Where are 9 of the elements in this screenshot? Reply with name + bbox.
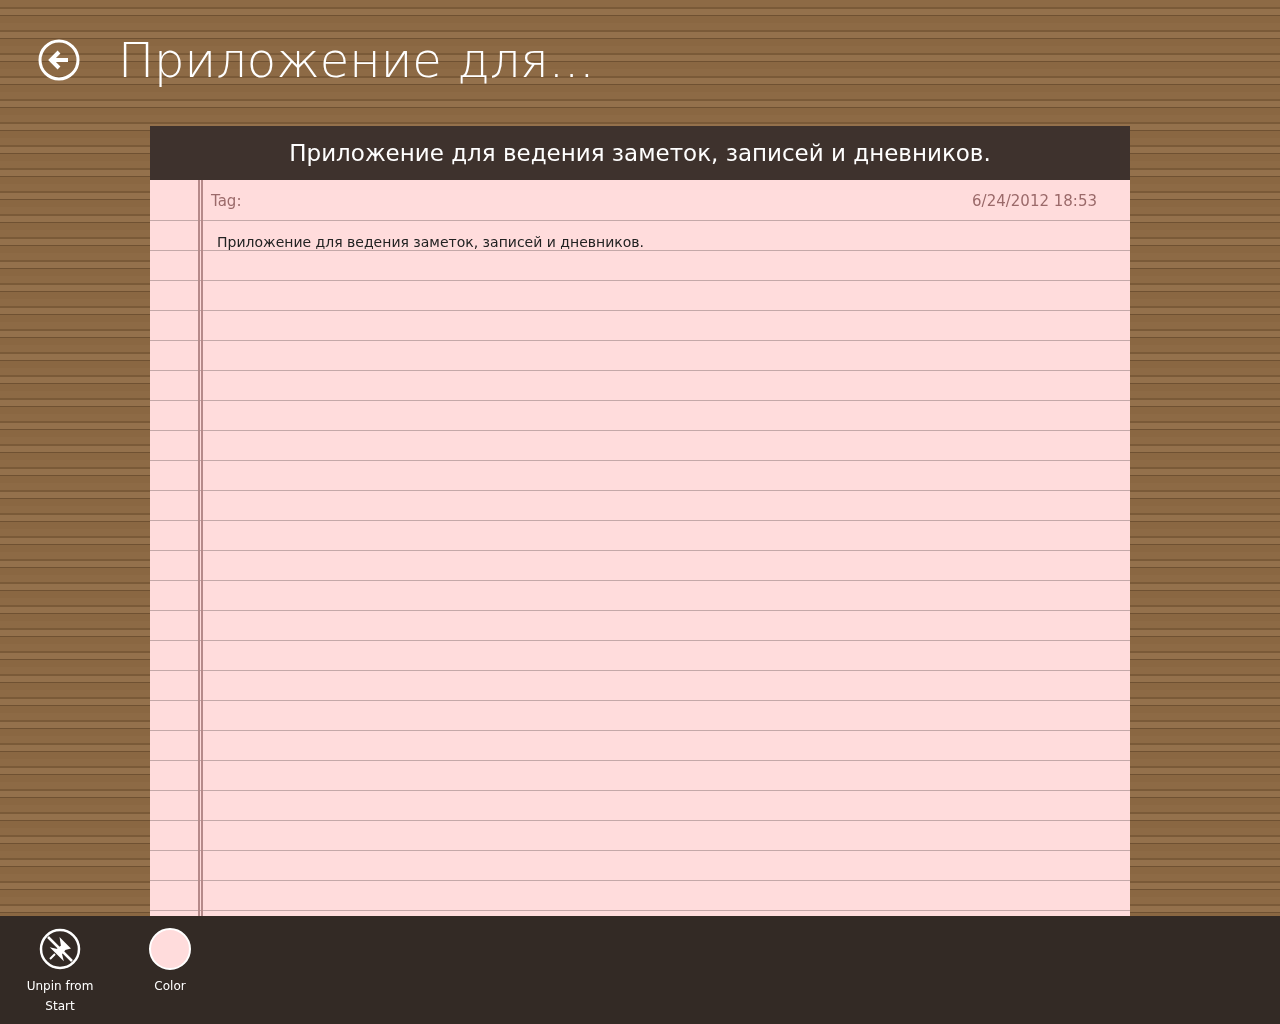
color-button[interactable]: Color — [130, 928, 210, 996]
back-button[interactable] — [38, 39, 80, 81]
tag-label: Tag: — [211, 192, 242, 210]
unpin-icon — [39, 928, 81, 970]
note-title: Приложение для ведения заметок, записей и дневников. — [150, 126, 1130, 180]
page-title: Приложение для... — [118, 32, 595, 88]
note-text[interactable]: Приложение для ведения заметок, записей и дневников. — [211, 234, 644, 250]
unpin-button[interactable]: Unpin from Start — [20, 928, 100, 1016]
note-date: 6/24/2012 18:53 — [972, 192, 1097, 210]
